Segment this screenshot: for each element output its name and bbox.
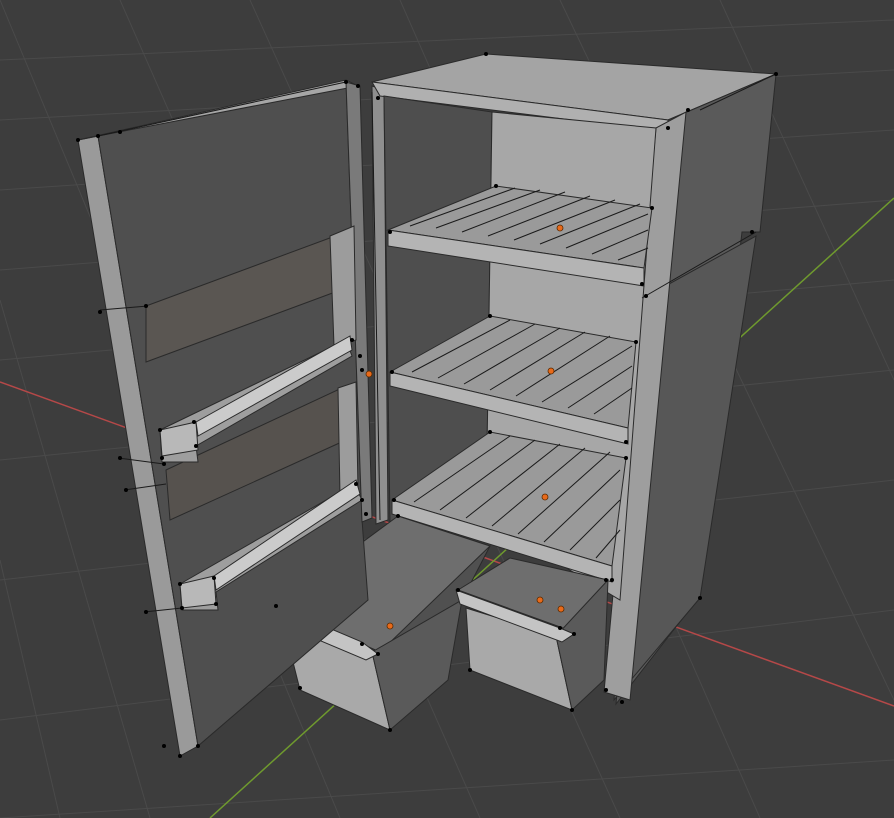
drawer-right-origin-a (536, 596, 544, 604)
door-liner-wall-lower (337, 381, 359, 497)
door-origin (365, 370, 373, 378)
shelf-bottom-origin (541, 493, 549, 501)
drawer-right[interactable] (455, 557, 609, 711)
3d-viewport[interactable] (0, 0, 894, 818)
shelf-middle-origin (547, 367, 555, 375)
viewport-canvas[interactable] (0, 0, 894, 818)
drawer-right-origin-b (557, 605, 565, 613)
shelf-top-origin (556, 224, 564, 232)
drawer-left-origin (386, 622, 394, 630)
door-liner-wall (329, 225, 357, 347)
